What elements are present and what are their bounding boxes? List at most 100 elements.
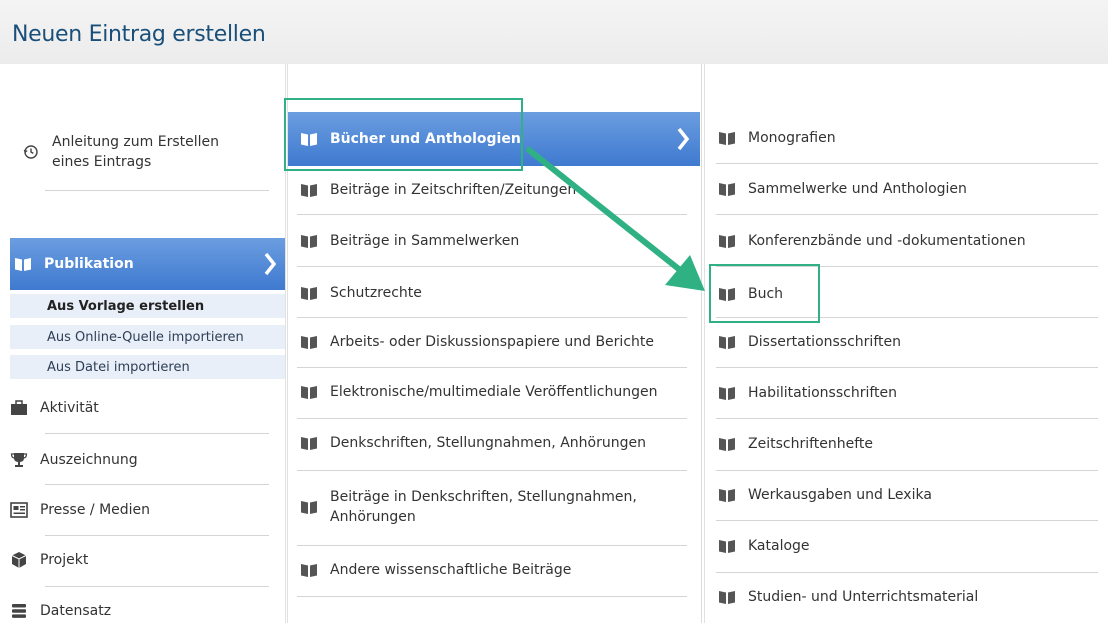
divider xyxy=(45,484,269,485)
category-label: Arbeits- oder Diskussionspapiere und Ber… xyxy=(330,334,654,350)
type-label: Konferenzbände und -dokumentationen xyxy=(748,233,1026,249)
type-item[interactable]: Dissertationsschriften xyxy=(718,329,1098,355)
nav-item-label: Projekt xyxy=(40,552,89,568)
nav-item-project[interactable]: Projekt xyxy=(10,547,280,573)
divider xyxy=(716,520,1098,521)
category-item[interactable]: Beiträge in Sammelwerken xyxy=(300,228,690,254)
type-item[interactable]: Monografien xyxy=(718,125,1098,151)
category-item[interactable]: Beiträge in Zeitschriften/Zeitungen xyxy=(300,177,690,203)
book-icon xyxy=(718,180,736,198)
highlight-box xyxy=(284,98,523,171)
book-icon xyxy=(300,232,318,250)
category-label: Elektronische/multimediale Veröffentlich… xyxy=(330,384,658,400)
divider xyxy=(297,545,687,546)
chevron-right-icon xyxy=(263,252,277,280)
divider xyxy=(716,214,1098,215)
book-icon xyxy=(14,255,32,273)
category-item[interactable]: Denkschriften, Stellungnahmen, Anhörunge… xyxy=(300,430,690,456)
type-label: Dissertationsschriften xyxy=(748,334,901,350)
book-icon xyxy=(718,486,736,504)
highlight-box xyxy=(709,264,820,323)
book-icon xyxy=(300,284,318,302)
category-label: Schutzrechte xyxy=(330,285,422,301)
trophy-icon xyxy=(10,451,28,469)
divider xyxy=(45,535,269,536)
type-label: Studien- und Unterrichtsmaterial xyxy=(748,589,979,605)
nav-item-label: Auszeichnung xyxy=(40,452,138,468)
category-label: Denkschriften, Stellungnahmen, Anhörunge… xyxy=(330,435,646,451)
type-item[interactable]: Studien- und Unterrichtsmaterial xyxy=(718,584,1098,610)
type-item[interactable]: Sammelwerke und Anthologien xyxy=(718,176,1098,202)
book-icon xyxy=(300,383,318,401)
page-title: Neuen Eintrag erstellen xyxy=(12,22,266,47)
subitem-import-online[interactable]: Aus Online-Quelle importieren xyxy=(10,325,285,349)
type-label: Habilitationsschriften xyxy=(748,385,898,401)
subitem-from-template[interactable]: Aus Vorlage erstellen xyxy=(10,294,285,318)
nav-item-label: Datensatz xyxy=(40,603,112,619)
book-icon xyxy=(718,588,736,606)
briefcase-icon xyxy=(10,399,28,417)
divider xyxy=(45,190,269,191)
divider xyxy=(297,367,687,368)
database-icon xyxy=(10,602,28,620)
book-icon xyxy=(718,384,736,402)
divider xyxy=(716,163,1098,164)
type-item[interactable]: Zeitschriftenhefte xyxy=(718,431,1098,457)
category-item[interactable]: Arbeits- oder Diskussionspapiere und Ber… xyxy=(300,329,690,355)
type-label: Monografien xyxy=(748,130,836,146)
type-label: Kataloge xyxy=(748,538,810,554)
divider xyxy=(297,596,687,597)
type-label: Sammelwerke und Anthologien xyxy=(748,181,967,197)
divider xyxy=(716,367,1098,368)
type-label: Werkausgaben und Lexika xyxy=(748,487,932,503)
book-icon xyxy=(718,333,736,351)
book-icon xyxy=(718,435,736,453)
nav-item-label: Aktivität xyxy=(40,400,99,416)
newspaper-icon xyxy=(10,501,28,519)
guide-link[interactable]: Anleitung zum Erstellen eines Eintrags xyxy=(22,130,262,174)
category-item[interactable]: Elektronische/multimediale Veröffentlich… xyxy=(300,379,690,405)
divider xyxy=(297,214,687,215)
divider xyxy=(716,572,1098,573)
divider xyxy=(45,433,269,434)
history-icon xyxy=(22,143,40,161)
category-label: Beiträge in Denkschriften, Stellungnahme… xyxy=(330,489,637,525)
type-label: Zeitschriftenhefte xyxy=(748,436,874,452)
category-label: Beiträge in Sammelwerken xyxy=(330,233,520,249)
category-item[interactable]: Schutzrechte xyxy=(300,280,690,306)
book-icon xyxy=(718,129,736,147)
book-icon xyxy=(300,434,318,452)
nav-item-publication[interactable]: Publikation xyxy=(10,238,285,290)
book-icon xyxy=(300,181,318,199)
type-item[interactable]: Kataloge xyxy=(718,533,1098,559)
divider xyxy=(297,418,687,419)
page-header: Neuen Eintrag erstellen xyxy=(0,0,1108,64)
subitem-import-file[interactable]: Aus Datei importieren xyxy=(10,355,285,379)
type-item[interactable]: Habilitationsschriften xyxy=(718,380,1098,406)
divider xyxy=(716,418,1098,419)
divider xyxy=(45,586,269,587)
guide-label: Anleitung zum Erstellen eines Eintrags xyxy=(52,134,219,170)
cube-icon xyxy=(10,551,28,569)
book-icon xyxy=(300,498,318,516)
divider xyxy=(716,470,1098,471)
category-item[interactable]: Beiträge in Denkschriften, Stellungnahme… xyxy=(300,481,690,533)
nav-item-label: Publikation xyxy=(44,256,134,272)
nav-item-press[interactable]: Presse / Medien xyxy=(10,497,280,523)
nav-item-award[interactable]: Auszeichnung xyxy=(10,447,280,473)
category-item[interactable]: Andere wissenschaftliche Beiträge xyxy=(300,557,690,583)
divider xyxy=(297,266,687,267)
nav-item-activity[interactable]: Aktivität xyxy=(10,395,280,421)
nav-item-label: Presse / Medien xyxy=(40,502,151,518)
book-icon xyxy=(300,333,318,351)
divider xyxy=(297,317,687,318)
book-icon xyxy=(718,537,736,555)
book-icon xyxy=(718,232,736,250)
nav-item-dataset[interactable]: Datensatz xyxy=(10,598,280,624)
category-label: Beiträge in Zeitschriften/Zeitungen xyxy=(330,182,577,198)
book-icon xyxy=(300,561,318,579)
type-item[interactable]: Konferenzbände und -dokumentationen xyxy=(718,228,1098,254)
type-item[interactable]: Werkausgaben und Lexika xyxy=(718,482,1098,508)
chevron-right-icon xyxy=(676,127,690,155)
divider xyxy=(297,470,687,471)
